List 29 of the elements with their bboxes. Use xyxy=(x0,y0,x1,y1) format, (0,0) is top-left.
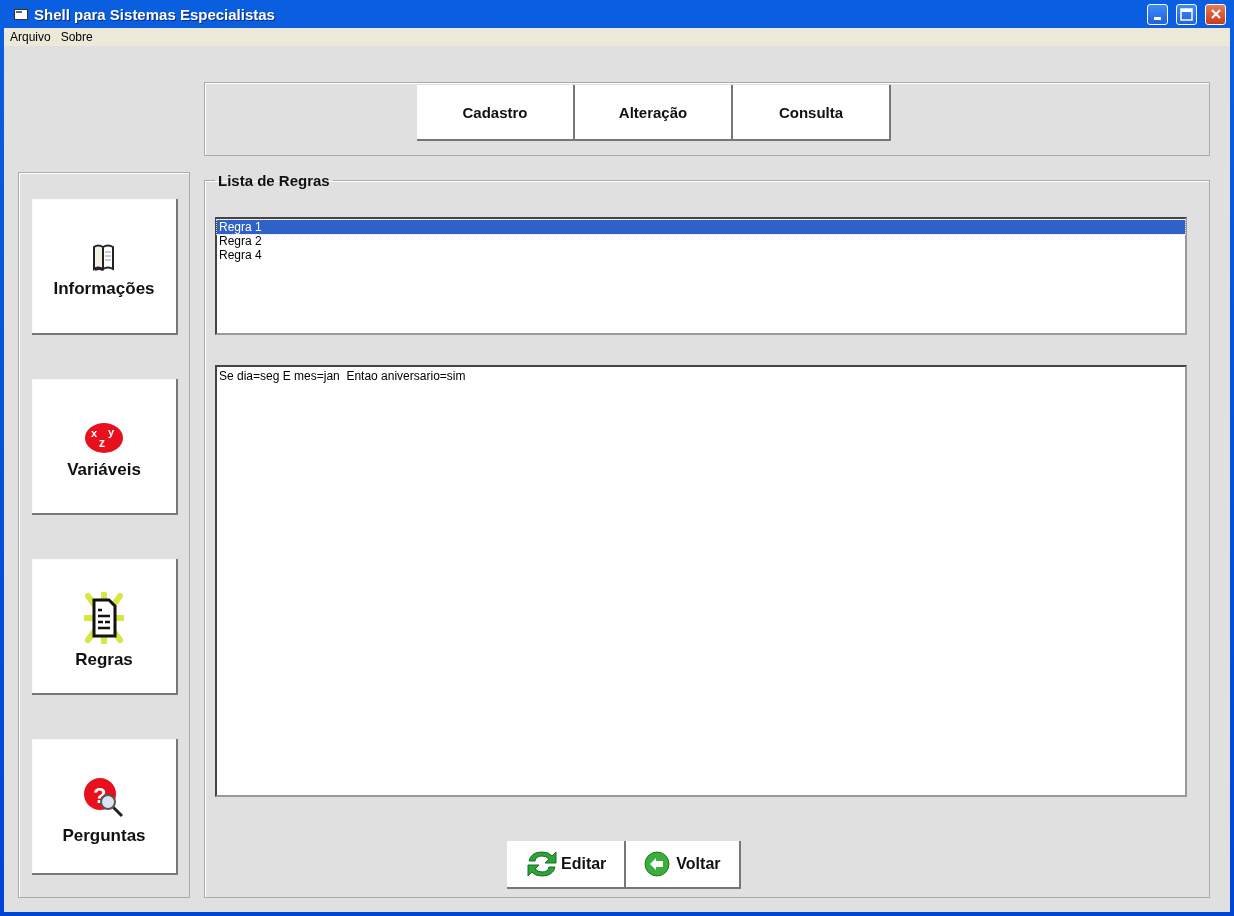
book-icon xyxy=(91,243,117,273)
toolbar-button[interactable]: Alteração xyxy=(575,85,733,141)
toolbar-button[interactable]: Cadastro xyxy=(417,85,575,141)
variables-icon: x z y xyxy=(84,422,124,454)
menu-item[interactable]: Arquivo xyxy=(10,30,51,44)
action-button[interactable]: Editar xyxy=(507,841,627,889)
minimize-icon xyxy=(1154,16,1161,20)
maximize-icon xyxy=(1180,7,1193,21)
action-button[interactable]: Voltar xyxy=(626,841,741,889)
list-item[interactable]: Regra 2 xyxy=(217,234,1185,248)
list-item[interactable]: Regra 4 xyxy=(217,248,1185,262)
toolbar-button[interactable]: Consulta xyxy=(733,85,891,141)
list-item[interactable]: Regra 1 xyxy=(217,220,1185,234)
rules-list-box[interactable]: Regra 1 Regra 2 Regra 4 xyxy=(215,217,1187,335)
side-button[interactable]: Regras xyxy=(32,559,178,695)
menu-item[interactable]: Sobre xyxy=(60,30,93,44)
window-title: Shell para Sistemas Especialistas xyxy=(34,5,276,23)
close-button[interactable] xyxy=(1205,3,1226,25)
close-icon xyxy=(1209,8,1222,20)
side-button[interactable]: x z y Variáveis xyxy=(32,379,178,515)
side-button[interactable]: ? Perguntas xyxy=(32,739,178,875)
rule-text-field[interactable]: Se dia=seg E mes=jan Entao aniversario=sim xyxy=(215,365,1187,797)
maximize-button[interactable] xyxy=(1176,3,1197,25)
window-app-icon xyxy=(14,8,28,20)
side-button[interactable]: Informações xyxy=(32,199,178,335)
minimize-button[interactable] xyxy=(1147,3,1168,25)
refresh-icon xyxy=(525,849,559,879)
document-icon xyxy=(84,592,124,644)
group-title: Lista de Regras xyxy=(217,172,331,189)
